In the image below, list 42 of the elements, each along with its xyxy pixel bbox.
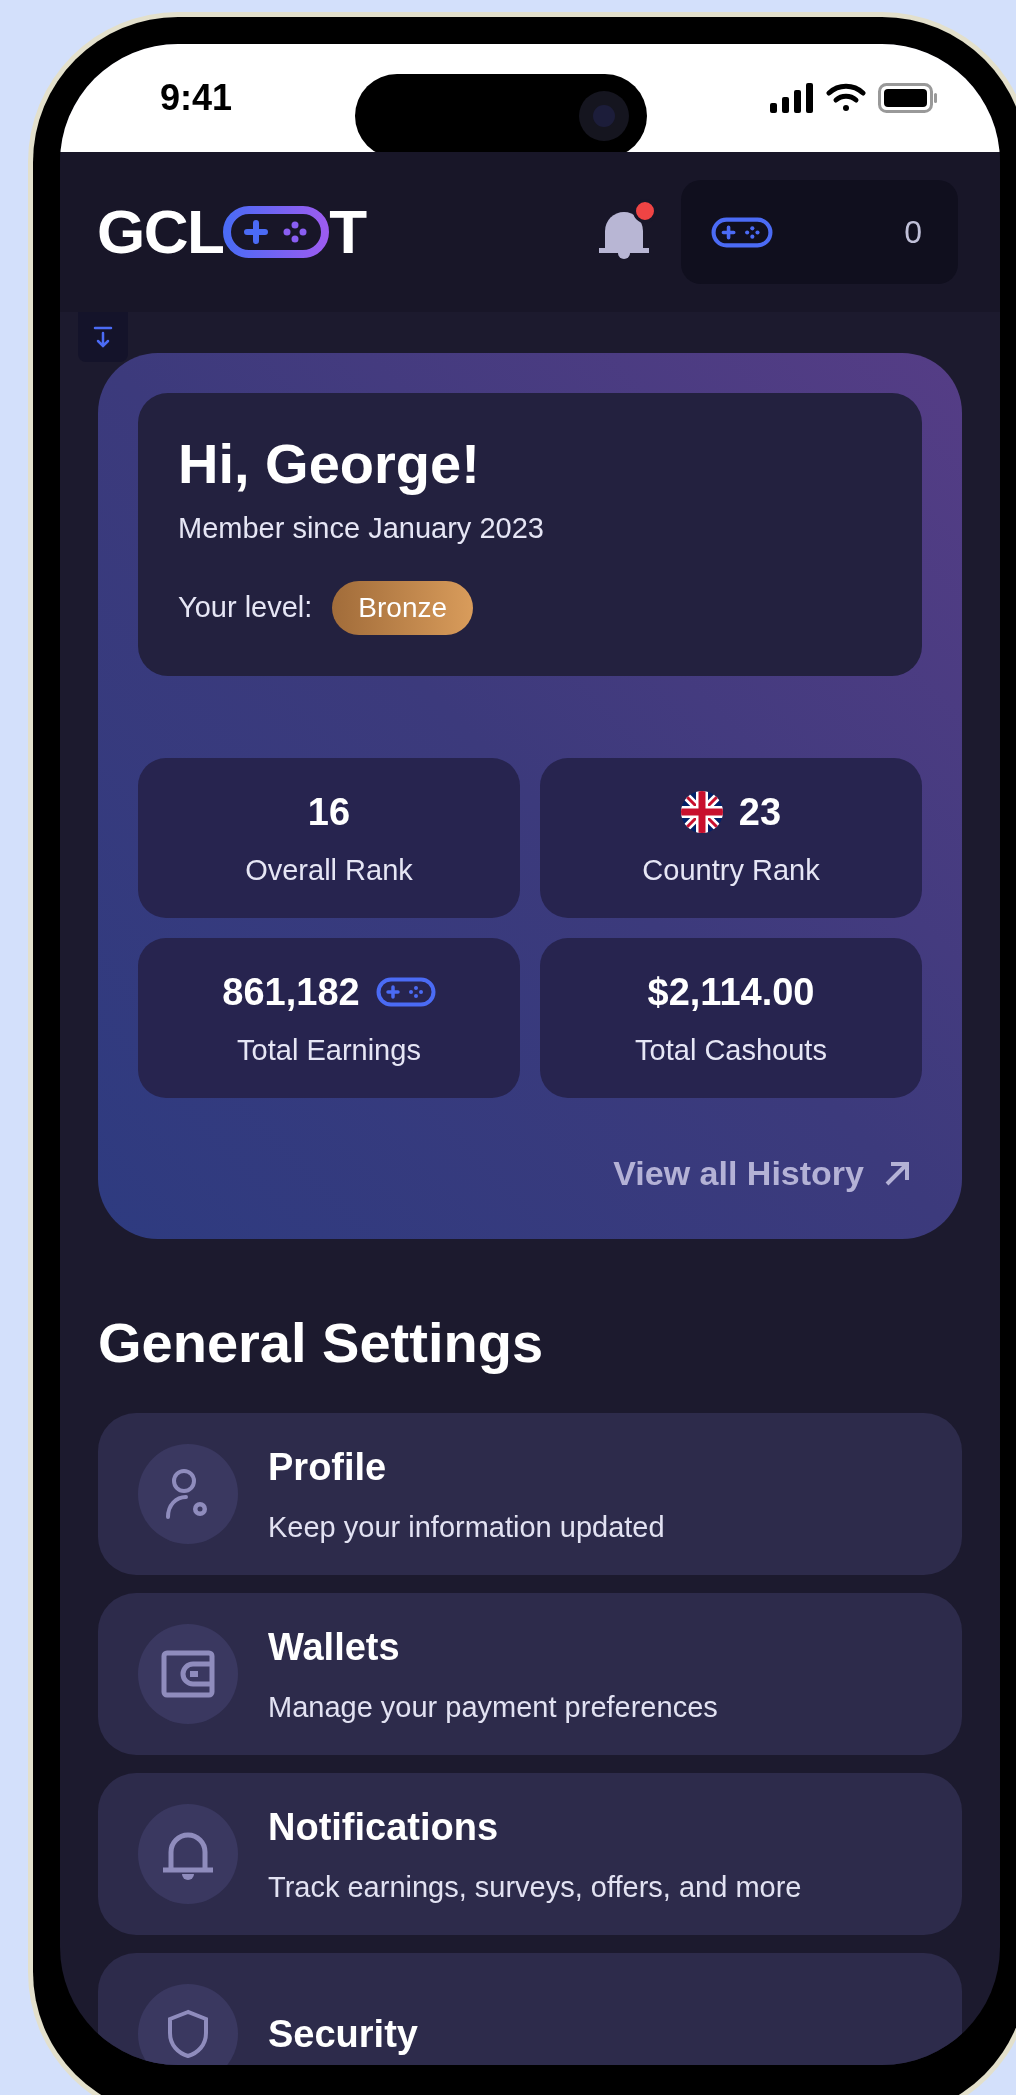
logo-text: T	[329, 201, 366, 263]
status-time: 9:41	[160, 76, 233, 120]
wallet-icon	[161, 1650, 215, 1698]
settings-item-title: Notifications	[268, 1804, 500, 1850]
stat-label: Total Earnings	[237, 1032, 421, 1068]
settings-item-description: Keep your information updated	[268, 1509, 665, 1545]
settings-item[interactable]: Wallets Manage your payment preferences	[98, 1593, 962, 1755]
settings-item-title: Profile	[268, 1444, 388, 1490]
logo-text: GCL	[97, 201, 224, 263]
controller-logo-icon	[223, 206, 330, 258]
balance-box[interactable]: 0	[681, 180, 958, 284]
settings-item-description: Manage your payment preferences	[268, 1689, 718, 1725]
battery-icon	[878, 83, 938, 113]
controller-icon	[375, 977, 436, 1008]
member-since: Member since January 2023	[178, 511, 545, 546]
arrow-up-right-icon	[884, 1160, 910, 1187]
level-label: Your level:	[178, 589, 313, 625]
signal-icon	[770, 83, 814, 113]
gcloot-logo[interactable]: GCL T	[97, 201, 366, 263]
stat-value: $2,114.00	[647, 969, 815, 1015]
settings-item-title: Security	[268, 2011, 418, 2057]
settings-item[interactable]: Notifications Track earnings, surveys, offers, and more	[98, 1773, 962, 1935]
wifi-icon	[826, 83, 866, 113]
stat-value: 16	[307, 789, 351, 835]
view-history-link[interactable]: View all History	[613, 1148, 910, 1199]
settings-item-description: Track earnings, surveys, offers, and more	[268, 1869, 802, 1905]
collapse-tab[interactable]	[78, 312, 128, 362]
section-title: General Settings	[98, 1310, 545, 1376]
download-arrow-icon	[93, 326, 113, 348]
stat-label: Overall Rank	[245, 852, 413, 888]
settings-item-title: Wallets	[268, 1624, 401, 1670]
controller-icon	[711, 216, 773, 248]
settings-item[interactable]: Security	[98, 1953, 962, 2065]
greeting-title: Hi, George!	[178, 431, 481, 497]
stat-value: 23	[738, 789, 782, 835]
stat-label: Country Rank	[642, 852, 820, 888]
shield-icon	[166, 2009, 210, 2059]
settings-item[interactable]: Profile Keep your information updated	[98, 1413, 962, 1575]
balance-amount: 0	[904, 213, 922, 252]
stat-value: 861,182	[222, 969, 360, 1015]
stat-label: Total Cashouts	[635, 1032, 827, 1068]
level-badge: Bronze	[332, 580, 474, 635]
